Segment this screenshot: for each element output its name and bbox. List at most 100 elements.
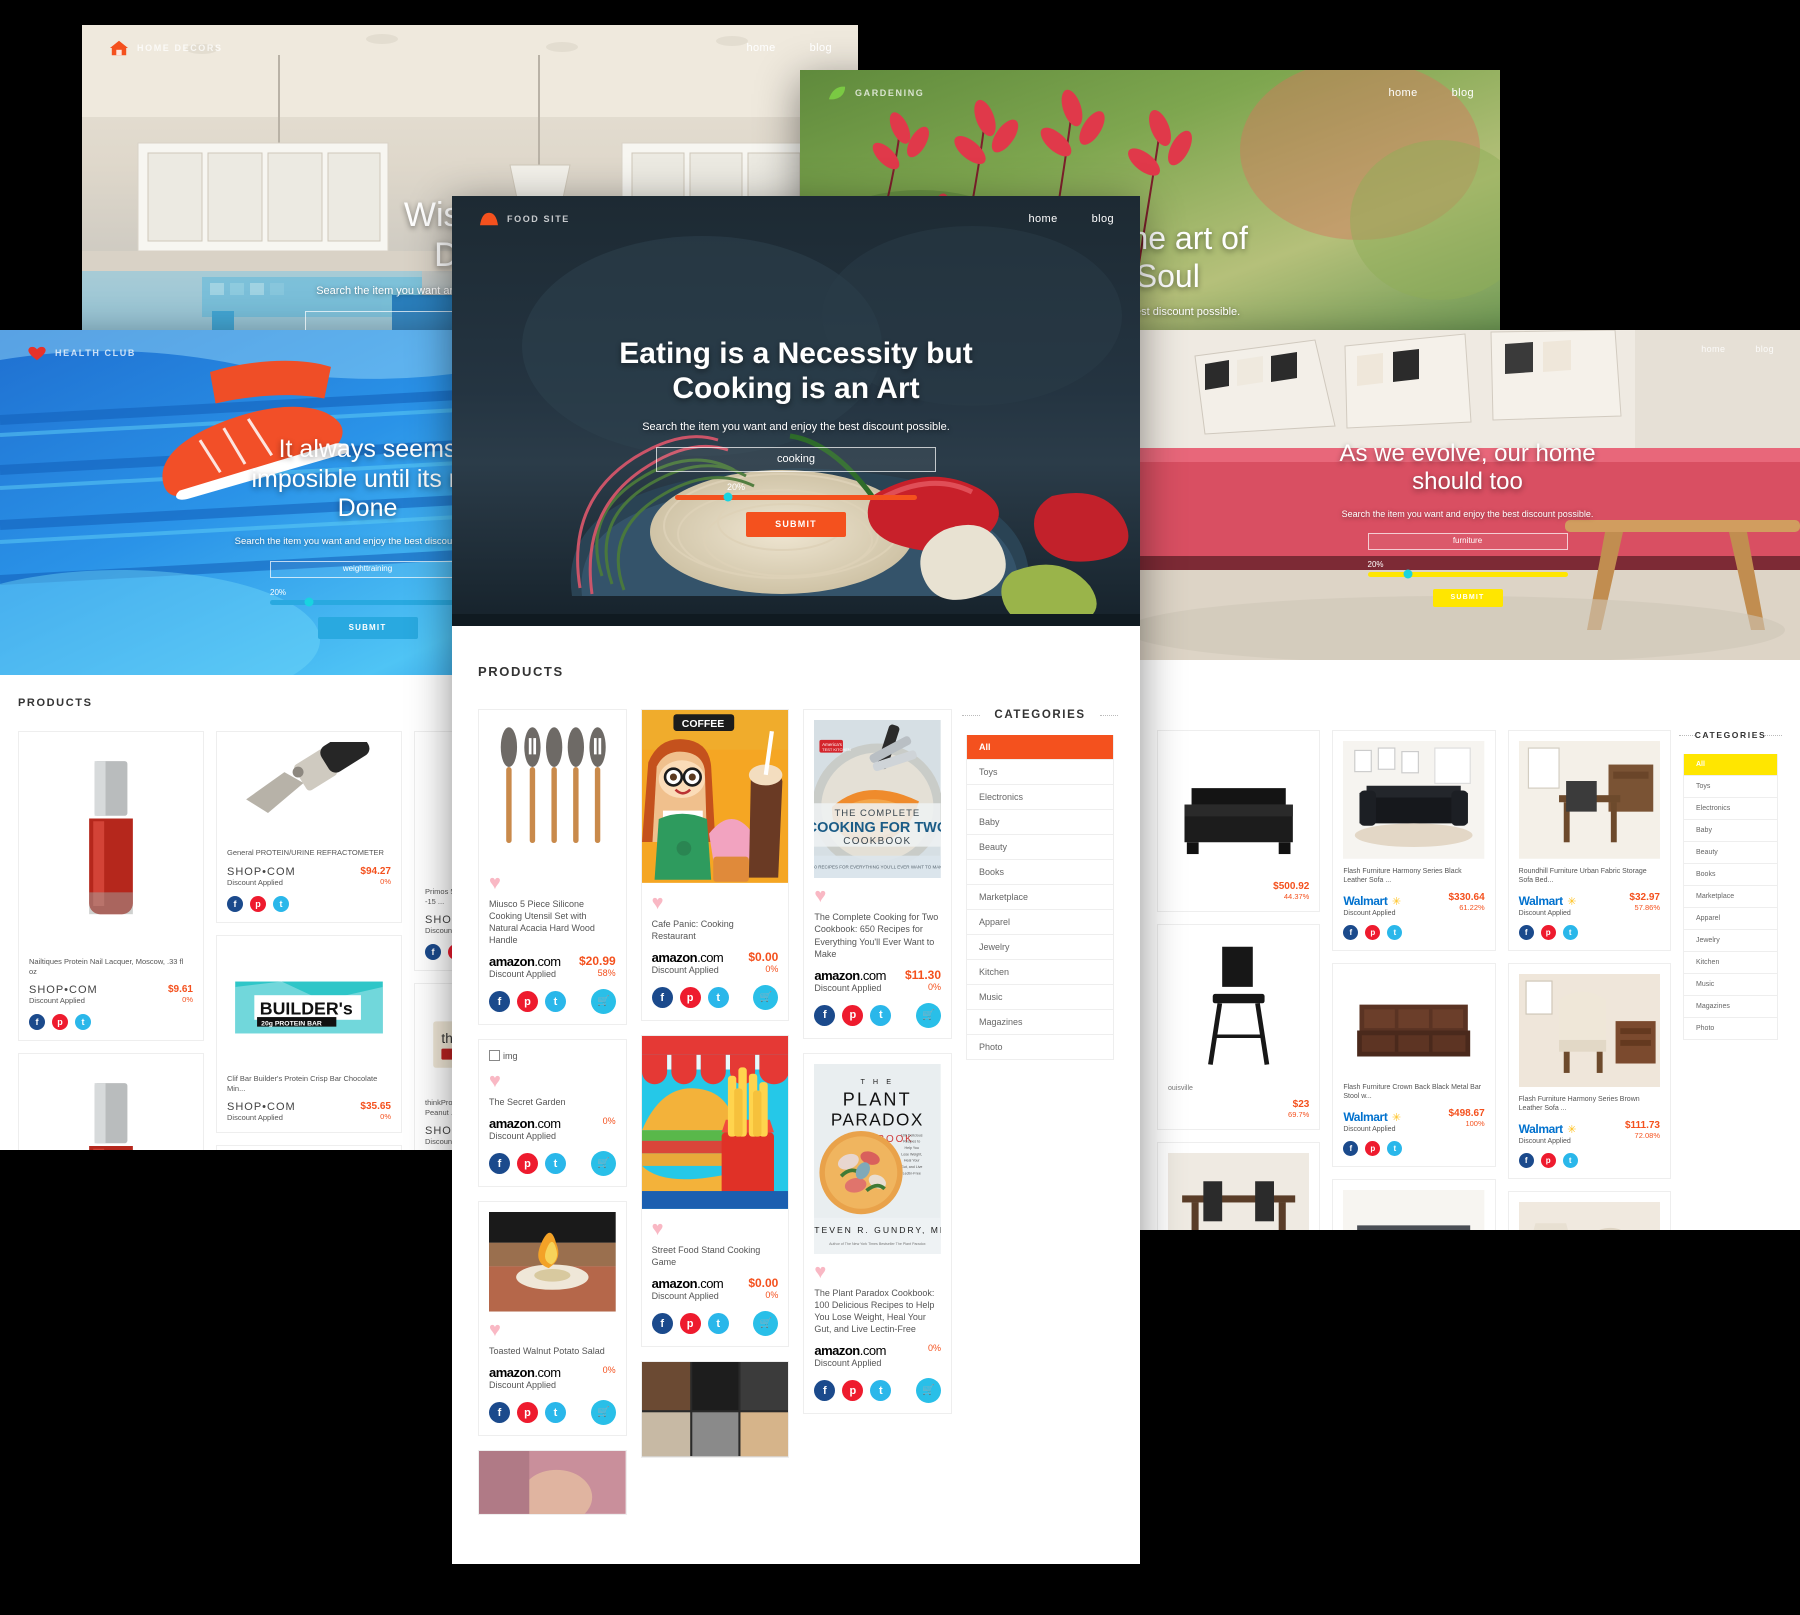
- facebook-icon[interactable]: f: [489, 991, 510, 1013]
- social-share-row[interactable]: f p t 🛒: [489, 1151, 616, 1177]
- favorite-heart-icon[interactable]: ♥: [652, 893, 779, 913]
- facebook-icon[interactable]: f: [489, 1402, 510, 1424]
- category-item-music[interactable]: Music: [1683, 973, 1777, 995]
- nav-link-blog[interactable]: blog: [1092, 213, 1114, 225]
- site-furniture[interactable]: home blog As we evolve, our home should …: [1135, 330, 1800, 1230]
- favorite-heart-icon[interactable]: ♥: [814, 1262, 941, 1282]
- product-card[interactable]: COFFEE ♥ Cafe Panic: Cooking Restaurant …: [640, 709, 790, 1022]
- product-card[interactable]: T H E PLANT PARADOX COOKBOOK 100 Delicio…: [803, 1052, 953, 1415]
- category-item-apparel[interactable]: Apparel: [1683, 907, 1777, 929]
- category-item-apparel[interactable]: Apparel: [967, 909, 1114, 934]
- product-card[interactable]: America's TEST KITCHEN THE COMPLETE COOK…: [803, 709, 953, 1039]
- category-item-music[interactable]: Music: [967, 984, 1114, 1009]
- facebook-icon[interactable]: f: [814, 1004, 836, 1026]
- discount-slider-furniture[interactable]: 20%: [1367, 560, 1568, 579]
- add-to-cart-icon[interactable]: 🛒: [753, 985, 779, 1011]
- social-share-row[interactable]: f p t: [29, 1014, 193, 1031]
- slider-knob[interactable]: [304, 597, 314, 607]
- category-item-beauty[interactable]: Beauty: [1683, 841, 1777, 863]
- category-item-baby[interactable]: Baby: [967, 809, 1114, 834]
- product-card[interactable]: img ♥ The Secret Garden amazon.com Disco…: [478, 1039, 627, 1188]
- social-share-row[interactable]: f p t: [227, 895, 391, 912]
- submit-button-health[interactable]: SUBMIT: [317, 616, 418, 639]
- nav-link-blog[interactable]: blog: [1452, 87, 1474, 99]
- social-share-row[interactable]: f p t 🛒: [814, 1378, 942, 1404]
- twitter-icon[interactable]: t: [1562, 924, 1578, 940]
- twitter-icon[interactable]: t: [1387, 1140, 1403, 1156]
- product-card[interactable]: $500.92 44.37%: [1157, 730, 1321, 912]
- nav-link-home[interactable]: home: [1028, 213, 1057, 225]
- facebook-icon[interactable]: f: [651, 1313, 673, 1335]
- twitter-icon[interactable]: t: [273, 895, 289, 912]
- pinterest-icon[interactable]: p: [842, 1004, 864, 1026]
- facebook-icon[interactable]: f: [1343, 1140, 1359, 1156]
- pinterest-icon[interactable]: p: [679, 1313, 701, 1335]
- submit-button-food[interactable]: SUBMIT: [746, 511, 846, 537]
- product-card[interactable]: Flash Furniture Crown Back Black Metal B…: [1332, 962, 1496, 1167]
- brand-home-decor[interactable]: HOME DECORS: [108, 39, 223, 57]
- facebook-icon[interactable]: f: [814, 1380, 836, 1402]
- social-share-row[interactable]: f p t: [1343, 1140, 1484, 1156]
- category-item-jewelry[interactable]: Jewelry: [967, 934, 1114, 959]
- favorite-heart-icon[interactable]: ♥: [489, 1320, 616, 1340]
- twitter-icon[interactable]: t: [870, 1380, 892, 1402]
- pinterest-icon[interactable]: p: [1365, 924, 1381, 940]
- category-item-photo[interactable]: Photo: [967, 1034, 1114, 1059]
- category-item-baby[interactable]: Baby: [1683, 819, 1777, 841]
- category-item-books[interactable]: Books: [967, 859, 1114, 884]
- slider-knob[interactable]: [723, 492, 733, 502]
- category-item-magazines[interactable]: Magazines: [967, 1009, 1114, 1034]
- category-item-electronics[interactable]: Electronics: [1683, 797, 1777, 819]
- product-card[interactable]: ♥ Street Food Stand Cooking Game amazon.…: [640, 1035, 790, 1348]
- twitter-icon[interactable]: t: [75, 1014, 91, 1031]
- category-item-marketplace[interactable]: Marketplace: [967, 884, 1114, 909]
- product-card[interactable]: General PROTEIN/URINE REFRACTOMETER SHOP…: [216, 731, 402, 923]
- social-share-row[interactable]: f p t 🛒: [651, 985, 779, 1011]
- social-share-row[interactable]: f p t 🛒: [489, 1400, 616, 1426]
- category-item-electronics[interactable]: Electronics: [967, 784, 1114, 809]
- category-item-beauty[interactable]: Beauty: [967, 834, 1114, 859]
- product-card[interactable]: [1507, 1190, 1671, 1230]
- product-card[interactable]: [640, 1361, 790, 1458]
- nav-links-furniture[interactable]: home blog: [1701, 344, 1774, 354]
- category-item-books[interactable]: Books: [1683, 863, 1777, 885]
- product-card[interactable]: Nailtiques Protein Nail Lacquer, Moscow,…: [18, 731, 204, 1042]
- twitter-icon[interactable]: t: [707, 1313, 729, 1335]
- twitter-icon[interactable]: t: [1387, 924, 1403, 940]
- navbar-furniture[interactable]: home blog: [1135, 330, 1800, 368]
- facebook-icon[interactable]: f: [29, 1014, 45, 1031]
- add-to-cart-icon[interactable]: 🛒: [753, 1311, 779, 1337]
- search-input-health[interactable]: weighttraining: [270, 560, 465, 578]
- slider-track[interactable]: [270, 597, 465, 607]
- add-to-cart-icon[interactable]: 🛒: [590, 1151, 616, 1177]
- navbar-home-decor[interactable]: HOME DECORS home blog: [82, 25, 858, 71]
- social-share-row[interactable]: f p t 🛒: [489, 989, 616, 1015]
- brand-food[interactable]: FOOD SITE: [478, 210, 570, 228]
- facebook-icon[interactable]: f: [1518, 1152, 1534, 1168]
- facebook-icon[interactable]: f: [651, 987, 673, 1009]
- product-card[interactable]: ♥ Miusco 5 Piece Silicone Cooking Utensi…: [478, 709, 627, 1026]
- slider-track[interactable]: [675, 492, 917, 502]
- category-item-kitchen[interactable]: Kitchen: [1683, 951, 1777, 973]
- categories-list[interactable]: All Toys Electronics Baby Beauty Books M…: [1682, 754, 1778, 1040]
- facebook-icon[interactable]: f: [227, 895, 243, 912]
- product-card[interactable]: [1332, 1178, 1496, 1230]
- category-item-toys[interactable]: Toys: [1683, 775, 1777, 797]
- twitter-icon[interactable]: t: [707, 987, 729, 1009]
- add-to-cart-icon[interactable]: 🛒: [916, 1378, 942, 1404]
- nav-links-gardening[interactable]: home blog: [1388, 87, 1474, 99]
- social-share-row[interactable]: f p t: [1518, 1152, 1660, 1168]
- category-item-toys[interactable]: Toys: [967, 759, 1114, 784]
- social-share-row[interactable]: f p t: [1518, 924, 1660, 940]
- add-to-cart-icon[interactable]: 🛒: [916, 1002, 942, 1028]
- nav-links-food[interactable]: home blog: [1028, 213, 1114, 225]
- category-item-all[interactable]: All: [1683, 754, 1777, 775]
- category-item-marketplace[interactable]: Marketplace: [1683, 885, 1777, 907]
- facebook-icon[interactable]: f: [489, 1153, 510, 1175]
- product-card[interactable]: [478, 1450, 627, 1515]
- category-item-jewelry[interactable]: Jewelry: [1683, 929, 1777, 951]
- pinterest-icon[interactable]: p: [1540, 1152, 1556, 1168]
- navbar-gardening[interactable]: GARDENING home blog: [800, 70, 1500, 116]
- nav-link-home[interactable]: home: [746, 42, 775, 54]
- social-share-row[interactable]: f p t 🛒: [651, 1311, 779, 1337]
